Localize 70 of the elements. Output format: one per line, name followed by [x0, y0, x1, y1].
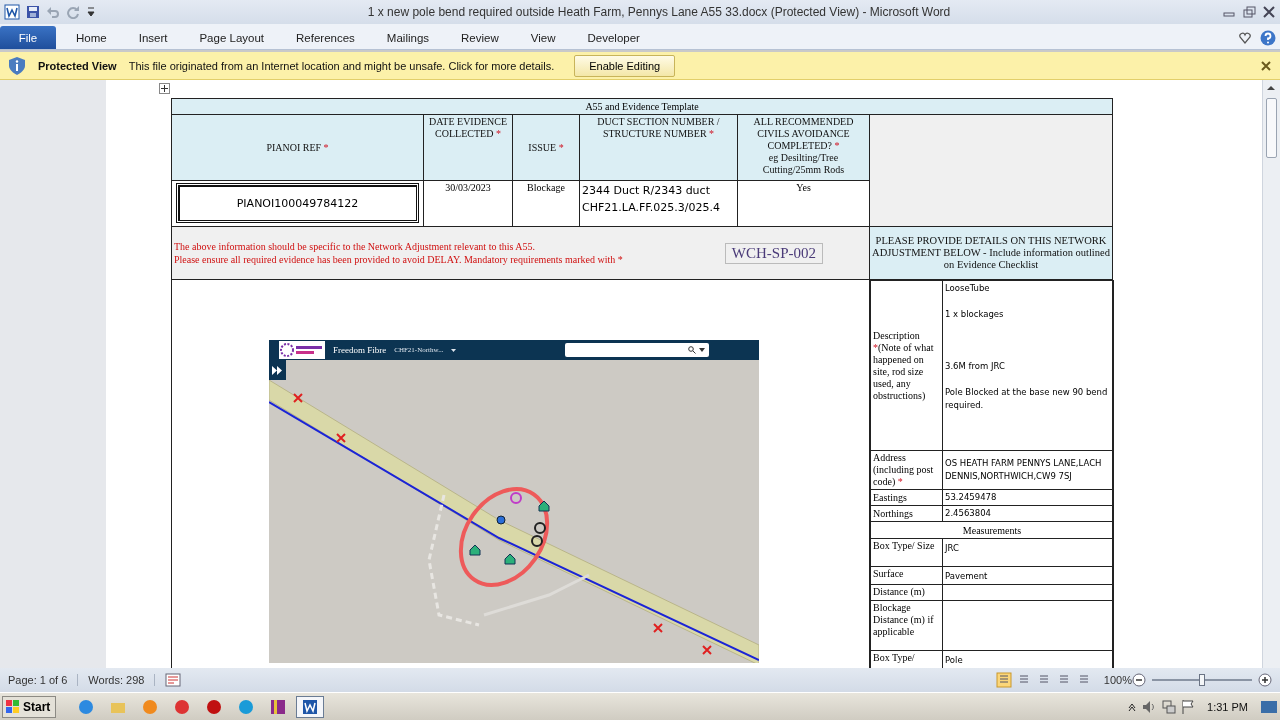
pianoi-ref-field: PIANOI100049784122 — [176, 183, 419, 223]
network-icon[interactable] — [1161, 698, 1178, 715]
protected-view-message[interactable]: This file originated from an Internet location and might be unsafe. Click for more details. — [128, 59, 555, 72]
zoom-out-icon[interactable] — [1132, 673, 1146, 687]
word-count[interactable]: Words: 298 — [88, 674, 156, 686]
zoom-slider-thumb[interactable] — [1199, 674, 1205, 686]
ribbon-tab[interactable]: Mailings — [370, 26, 446, 49]
double-chevron-icon[interactable] — [272, 365, 283, 375]
word-icon[interactable] — [302, 698, 319, 715]
flag-icon[interactable] — [1181, 698, 1196, 715]
ribbon-tab[interactable]: Review — [445, 26, 515, 49]
view-mode-icon[interactable] — [995, 672, 1012, 688]
word-logo-icon[interactable] — [4, 4, 20, 20]
column-header: DUCT SECTION NUMBER / STRUCTURE NUMBER * — [579, 114, 738, 181]
table-move-handle-icon[interactable] — [159, 83, 170, 94]
ribbon-tab[interactable]: Home — [60, 26, 123, 49]
clock[interactable]: 1:31 PM — [1207, 700, 1248, 713]
table-cell: Blockage — [512, 180, 580, 227]
notice-text: Please ensure all required evidence has been provided to avoid DELAY. Mandatory requirements marked with * — [174, 253, 623, 266]
app-name: Freedom Fibre — [333, 345, 387, 355]
table-cell: 30/03/2023 — [423, 180, 513, 227]
field-label: Address (including post code) * — [870, 450, 943, 490]
notice-text: The above information should be specific to the Network Adjustment relevant to this A55. — [174, 240, 537, 253]
ribbon-tab[interactable]: Insert — [122, 26, 184, 49]
ribbon-tab[interactable]: References — [280, 26, 371, 49]
protected-view-title: Protected View — [38, 59, 117, 72]
details-header: PLEASE PROVIDE DETAILS ON THIS NETWORK ADJUSTMENT BELOW - Include information outlined on Evidence Checklist — [869, 226, 1113, 280]
column-header: PIANOI REF * — [171, 114, 424, 181]
column-header: ALL RECOMMENDED CIVILS AVOIDANCE COMPLETED? * eg Desilting/Tree Cutting/25mm Rods — [737, 114, 870, 181]
ribbon-tab[interactable]: View — [514, 26, 572, 49]
map-search-field[interactable] — [565, 343, 709, 357]
windows-logo-icon — [6, 699, 20, 714]
caret-icon[interactable] — [699, 348, 705, 352]
page-count[interactable]: Page: 1 of 6 — [8, 674, 79, 686]
vertical-scrollbar[interactable] — [1262, 80, 1280, 668]
field-value: JRC — [942, 538, 1114, 567]
close-icon[interactable] — [1260, 59, 1272, 72]
field-value: LooseTube 1 x blockages 3.6M from JRC Pole Blocked at the base new 90 bend required. — [942, 280, 1114, 451]
customize-toolbar-icon[interactable] — [86, 5, 96, 19]
table-title: A55 and Evidence Template — [171, 98, 1113, 115]
reference-code: WCH-SP-002 — [724, 242, 823, 264]
info-shield-icon — [8, 55, 26, 76]
show-desktop-icon[interactable] — [1260, 698, 1278, 715]
scroll-thumb[interactable] — [1266, 98, 1277, 158]
field-label: Description *(Note of what happened on site, rod size used, any obstructions) — [870, 280, 943, 451]
save-icon[interactable] — [26, 5, 40, 19]
table-cell: Yes — [737, 180, 870, 227]
caret-icon[interactable] — [451, 348, 457, 352]
ribbon-tab[interactable]: File — [0, 26, 56, 49]
field-label: Blockage Distance (m) if applicable — [870, 600, 943, 651]
field-label: Box Type/ Size — [870, 538, 943, 567]
ribbon-tab[interactable]: Developer — [571, 26, 656, 49]
logo-icon — [279, 341, 325, 359]
table-cell: 2344 Duct R/2343 duct CHF21.LA.FF.025.3/025.4 — [579, 180, 738, 227]
enable-editing-button[interactable]: Enable Editing — [574, 54, 676, 77]
help-icon[interactable] — [1260, 29, 1276, 46]
close-icon[interactable] — [1262, 5, 1276, 19]
column-header: DATE EVIDENCE COLLECTED * — [423, 114, 513, 181]
proofing-icon[interactable] — [165, 673, 182, 687]
heart-icon[interactable] — [1238, 30, 1252, 45]
expand-panel-button[interactable] — [269, 360, 286, 380]
search-icon[interactable] — [688, 346, 696, 354]
start-button[interactable]: Start — [2, 695, 57, 718]
restore-icon[interactable] — [1242, 5, 1256, 19]
column-header: ISSUE * — [512, 114, 580, 181]
window-title: 1 x new pole bend required outside Heath Farm, Pennys Lane A55 33.docx (Protected View) - Microsoft Word — [366, 5, 952, 19]
field-value: OS HEATH FARM PENNYS LANE,LACH DENNIS,NORTHWICH,CW9 7SJ — [942, 450, 1114, 490]
zoom-level[interactable]: 100% — [1103, 674, 1132, 686]
zoom-in-icon[interactable] — [1258, 673, 1272, 687]
ribbon-tab[interactable]: Page Layout — [183, 26, 281, 49]
